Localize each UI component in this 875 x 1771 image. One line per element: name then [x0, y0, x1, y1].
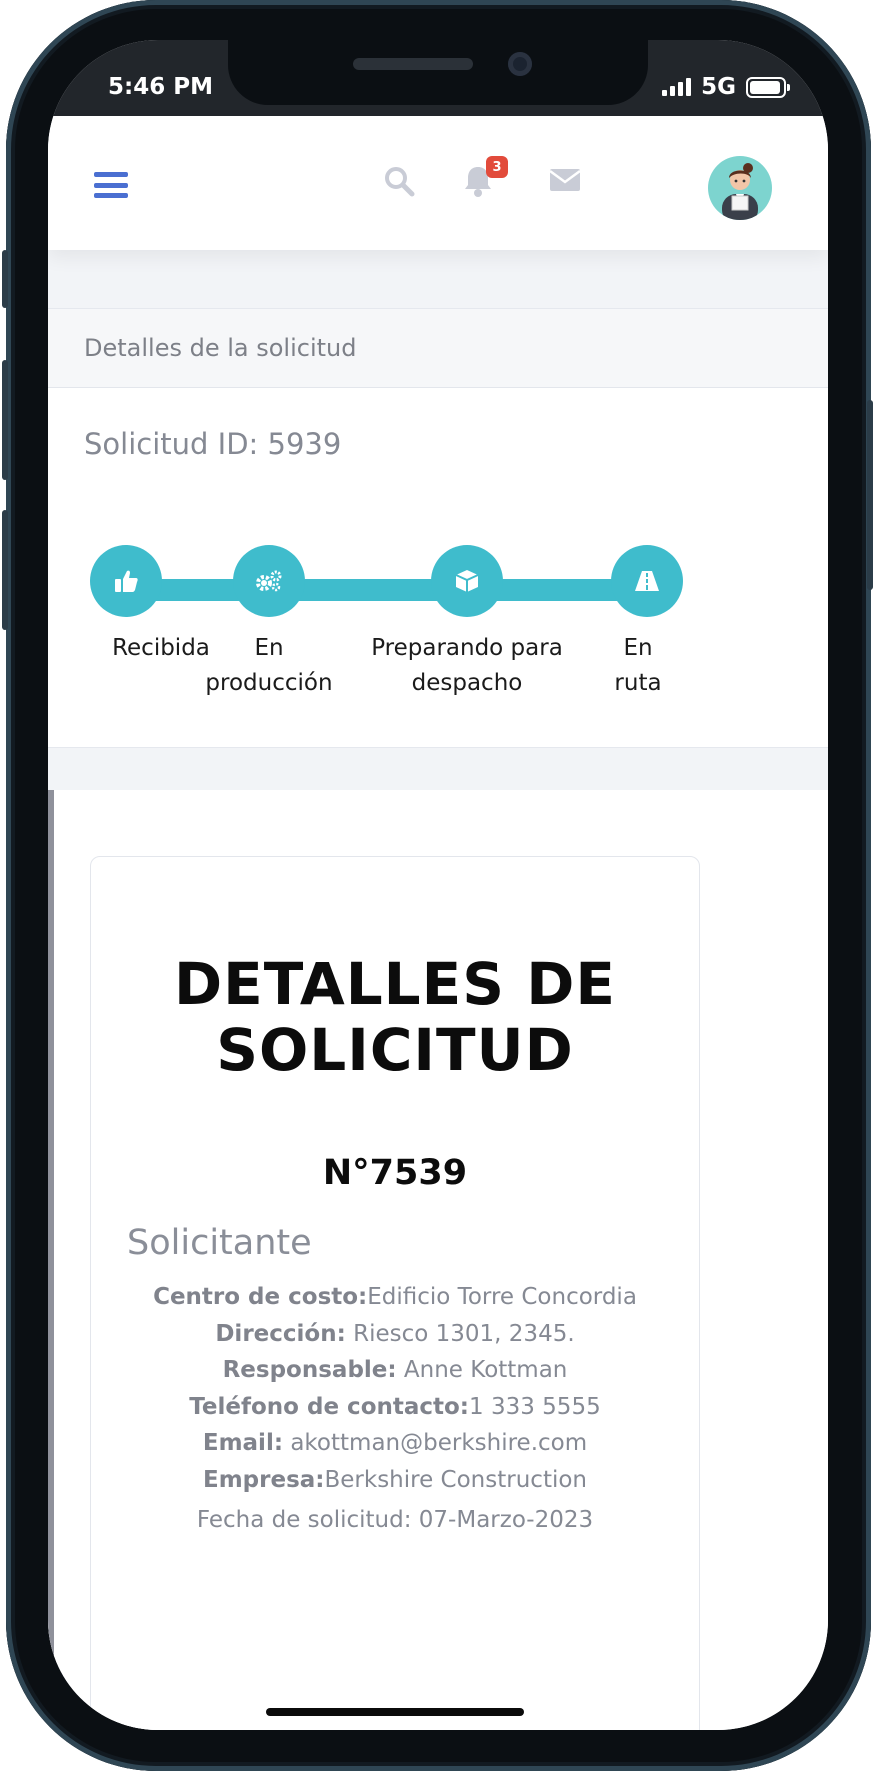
- request-status-card: Detalles de la solicitud Solicitud ID: 5…: [48, 308, 828, 748]
- field-email: Email: akottman@berkshire.com: [202, 1430, 588, 1456]
- gears-icon: [256, 570, 282, 592]
- order-tracker: Recibida En producción Preparando para d…: [48, 545, 828, 705]
- user-avatar[interactable]: [708, 156, 772, 220]
- status-time: 5:46 PM: [108, 74, 213, 100]
- notifications-bell-icon[interactable]: 3: [462, 156, 508, 200]
- messages-envelope-icon[interactable]: [548, 164, 584, 200]
- request-id: Solicitud ID: 5939: [84, 427, 342, 461]
- step-label: En ruta: [614, 635, 662, 696]
- field-phone: Teléfono de contacto:1 333 5555: [189, 1393, 601, 1420]
- request-details-card: DETALLES DE SOLICITUD N°7539 Solicitante…: [48, 790, 828, 1730]
- phone-screen: 5:46 PM 5G 3 Detalles de la solicitud So…: [48, 40, 828, 1730]
- requester-heading: Solicitante: [127, 1223, 312, 1263]
- step-label: Preparando para despacho: [371, 635, 563, 696]
- status-icons: 5G: [662, 74, 790, 100]
- step-label: En producción: [205, 635, 333, 696]
- signal-icon: [662, 78, 692, 96]
- notification-badge: 3: [486, 156, 508, 178]
- field-responsible: Responsable: Anne Kottman: [222, 1357, 568, 1383]
- step-route: [611, 545, 683, 617]
- thumbs-up-icon: [115, 570, 138, 592]
- field-address: Dirección: Riesco 1301, 2345.: [215, 1320, 575, 1347]
- step-production: [233, 545, 305, 617]
- road-icon: [635, 571, 659, 591]
- home-indicator[interactable]: [266, 1708, 524, 1716]
- search-icon[interactable]: [382, 164, 418, 200]
- request-date: Fecha de solicitud: 07-Marzo-2023: [196, 1507, 594, 1533]
- details-title: DETALLES DE SOLICITUD: [174, 950, 616, 1084]
- step-dispatch: [431, 545, 503, 617]
- speaker: [353, 58, 473, 70]
- requester-info: Centro de costo:Edificio Torre Concordia…: [91, 1279, 699, 1498]
- details-number: N°7539: [322, 1153, 468, 1193]
- hamburger-menu-icon[interactable]: [94, 172, 128, 198]
- details-panel: DETALLES DE SOLICITUD N°7539 Solicitante…: [90, 856, 700, 1730]
- notch: [228, 40, 648, 105]
- front-camera: [508, 52, 532, 76]
- phone-side-button: [2, 250, 8, 308]
- card-header: Detalles de la solicitud: [48, 309, 828, 388]
- phone-side-button: [2, 360, 8, 480]
- step-received: [90, 545, 162, 617]
- field-cost-center: Centro de costo:Edificio Torre Concordia: [153, 1284, 637, 1310]
- phone-side-button: [2, 510, 8, 630]
- box-icon: [455, 570, 479, 592]
- phone-side-button: [867, 400, 873, 590]
- battery-icon: [746, 76, 790, 98]
- field-company: Empresa:Berkshire Construction: [202, 1466, 587, 1493]
- network-label: 5G: [701, 74, 736, 100]
- top-navbar: 3: [48, 116, 828, 250]
